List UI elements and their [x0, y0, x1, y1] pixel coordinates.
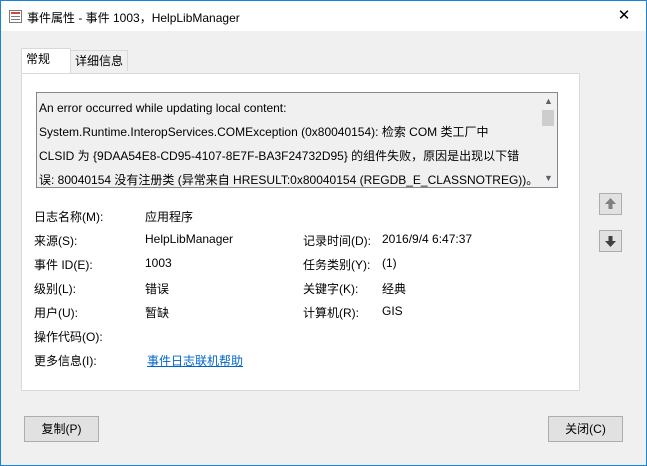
general-tab-panel: An error occurred while updating local c…	[21, 73, 580, 391]
scroll-up-icon[interactable]: ▲	[540, 93, 557, 110]
next-event-button[interactable]	[599, 230, 622, 252]
copy-button[interactable]: 复制(P)	[24, 416, 99, 442]
tab-details[interactable]: 详细信息	[70, 50, 128, 71]
event-properties-window: 事件属性 - 事件 1003，HelpLibManager ✕ 常规 详细信息 …	[0, 0, 647, 466]
online-help-link[interactable]: 事件日志联机帮助	[147, 352, 243, 369]
keywords-label: 关键字(K):	[303, 282, 359, 296]
task-category-label: 任务类别(Y):	[303, 258, 371, 272]
tab-general[interactable]: 常规	[21, 48, 71, 73]
log-name-value: 应用程序	[145, 210, 194, 224]
arrow-down-icon	[605, 236, 616, 247]
level-value: 错误	[145, 282, 170, 296]
event-id-value: 1003	[145, 256, 172, 270]
keywords-value: 经典	[382, 282, 407, 296]
task-category-value: (1)	[382, 256, 397, 270]
event-viewer-icon	[9, 10, 22, 23]
description-scrollbar[interactable]: ▲ ▼	[540, 93, 557, 187]
scroll-thumb[interactable]	[542, 110, 554, 126]
computer-value: GIS	[382, 304, 403, 318]
arrow-up-icon	[605, 198, 616, 209]
user-value: 暂缺	[145, 306, 170, 320]
level-label: 级别(L):	[34, 282, 77, 296]
description-box[interactable]: An error occurred while updating local c…	[36, 92, 558, 188]
close-icon[interactable]: ✕	[602, 1, 646, 31]
source-label: 来源(S):	[34, 234, 78, 248]
window-title: 事件属性 - 事件 1003，HelpLibManager	[27, 11, 240, 25]
scroll-down-icon[interactable]: ▼	[540, 170, 557, 187]
opcode-label: 操作代码(O):	[34, 330, 103, 344]
close-button[interactable]: 关闭(C)	[548, 416, 623, 442]
logged-value: 2016/9/4 6:47:37	[382, 232, 473, 246]
computer-label: 计算机(R):	[303, 306, 359, 320]
source-value: HelpLibManager	[145, 232, 234, 246]
title-bar[interactable]: 事件属性 - 事件 1003，HelpLibManager ✕	[1, 1, 646, 31]
user-label: 用户(U):	[34, 306, 78, 320]
more-info-label: 更多信息(I):	[34, 354, 97, 368]
log-name-label: 日志名称(M):	[34, 210, 104, 224]
previous-event-button[interactable]	[599, 193, 622, 215]
description-text: An error occurred while updating local c…	[39, 101, 539, 187]
logged-label: 记录时间(D):	[303, 234, 371, 248]
event-id-label: 事件 ID(E):	[34, 258, 93, 272]
